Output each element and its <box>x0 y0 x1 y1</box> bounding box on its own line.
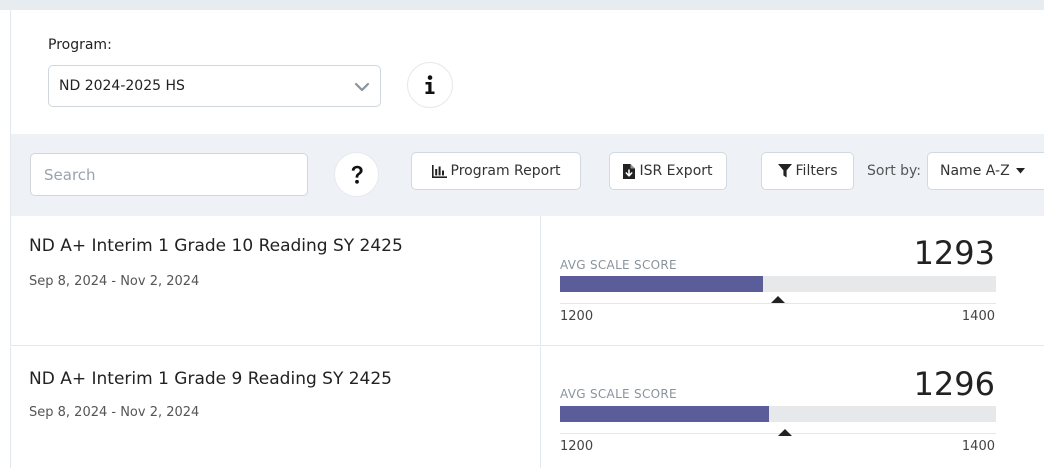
top-strip <box>0 0 1044 10</box>
score-panel: AVG SCALE SCORE 1293 1200 1400 <box>540 216 1044 345</box>
file-download-icon <box>623 163 636 179</box>
info-icon <box>425 75 435 94</box>
question-icon <box>351 165 363 184</box>
program-report-button[interactable]: Program Report <box>411 152 581 190</box>
score-bar-baseline <box>560 303 996 304</box>
info-button[interactable] <box>407 62 453 108</box>
page: Program: ND 2024-2025 HS Search Program … <box>0 0 1044 468</box>
program-report-label: Program Report <box>450 163 561 179</box>
score-value: 1296 <box>913 365 995 403</box>
assessment-row[interactable]: ND A+ Interim 1 Grade 10 Reading SY 2425… <box>10 216 1044 346</box>
assessment-dates: Sep 8, 2024 - Nov 2, 2024 <box>29 405 200 420</box>
sort-label: Sort by: <box>867 163 922 179</box>
range-max-label: 1400 <box>961 439 995 454</box>
score-bar-track <box>560 276 996 292</box>
filter-icon <box>777 164 792 178</box>
sort-select[interactable]: Name A-Z <box>927 152 1044 190</box>
score-bar-fill <box>560 406 770 422</box>
caret-down-icon <box>1015 168 1025 174</box>
range-min-label: 1200 <box>560 439 594 454</box>
score-bar-track <box>560 406 996 422</box>
isr-export-label: ISR Export <box>639 163 713 179</box>
help-button[interactable] <box>334 152 379 197</box>
assessment-title[interactable]: ND A+ Interim 1 Grade 10 Reading SY 2425 <box>29 236 403 256</box>
program-select[interactable]: ND 2024-2025 HS <box>48 65 381 107</box>
assessment-dates: Sep 8, 2024 - Nov 2, 2024 <box>29 274 200 289</box>
toolbar: Program Report ISR Export Filters Sort b… <box>10 134 1044 216</box>
program-card: Program: ND 2024-2025 HS <box>10 10 1044 134</box>
search-input[interactable] <box>30 153 308 196</box>
sort-select-value: Name A-Z <box>940 163 1010 179</box>
range-max-label: 1400 <box>961 309 995 324</box>
score-label: AVG SCALE SCORE <box>560 258 677 272</box>
score-label: AVG SCALE SCORE <box>560 387 677 401</box>
isr-export-button[interactable]: ISR Export <box>609 152 727 190</box>
score-bar-fill <box>560 276 763 292</box>
score-marker-icon <box>771 296 785 303</box>
assessment-row[interactable]: ND A+ Interim 1 Grade 9 Reading SY 2425 … <box>10 347 1044 468</box>
program-label: Program: <box>48 37 112 53</box>
score-panel: AVG SCALE SCORE 1296 1200 1400 <box>540 347 1044 468</box>
score-marker-icon <box>777 429 792 436</box>
filters-label: Filters <box>795 163 838 179</box>
range-min-label: 1200 <box>560 309 594 324</box>
program-select-value: ND 2024-2025 HS <box>59 78 185 94</box>
bar-chart-icon <box>431 164 447 178</box>
filters-button[interactable]: Filters <box>761 152 854 190</box>
score-value: 1293 <box>913 234 995 272</box>
chevron-down-icon <box>354 82 370 92</box>
assessment-title[interactable]: ND A+ Interim 1 Grade 9 Reading SY 2425 <box>29 369 392 389</box>
